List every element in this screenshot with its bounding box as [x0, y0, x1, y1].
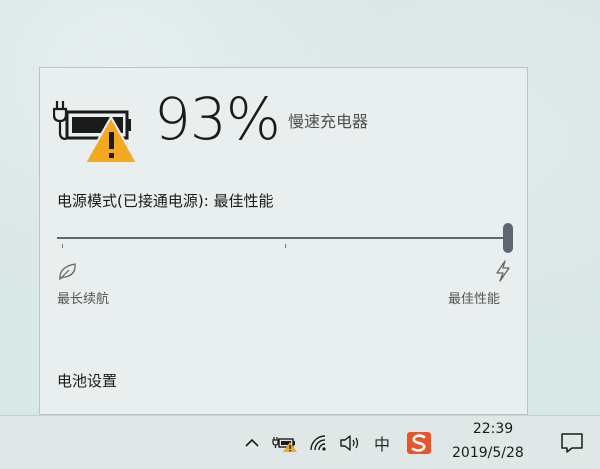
- leaf-icon: [57, 261, 79, 281]
- notification-icon[interactable]: [558, 416, 586, 469]
- charger-status: 慢速充电器: [288, 112, 369, 131]
- bolt-icon: [494, 260, 512, 282]
- power-mode-slider-track[interactable]: [57, 237, 508, 239]
- power-mode-max-label: 最佳性能: [448, 292, 501, 307]
- chevron-up-icon[interactable]: [240, 416, 264, 469]
- battery-settings-link[interactable]: 电池设置: [57, 370, 117, 391]
- battery-warning-icon[interactable]: [270, 416, 300, 469]
- slider-tick: [285, 244, 286, 248]
- battery-percentage: 93%: [154, 85, 281, 153]
- taskbar: 中 22:39 2019/5/28: [0, 415, 600, 469]
- clock-date[interactable]: 2019/5/28: [452, 445, 542, 461]
- battery-charging-warning-icon: [52, 97, 143, 167]
- power-mode-slider-thumb[interactable]: [503, 223, 513, 253]
- ime-icon[interactable]: 中: [368, 416, 396, 469]
- ime-label: 中: [373, 435, 390, 454]
- power-mode-min-label: 最长续航: [57, 292, 110, 307]
- clock-time[interactable]: 22:39: [468, 421, 518, 437]
- power-mode-label: 电源模式(已接通电源): 最佳性能: [57, 192, 274, 210]
- slider-tick: [62, 244, 63, 248]
- battery-flyout: 93% 慢速充电器 电源模式(已接通电源): 最佳性能 最长续航 最佳性能 电池…: [39, 67, 528, 415]
- sogou-icon[interactable]: [404, 416, 434, 469]
- wifi-icon[interactable]: [306, 416, 332, 469]
- speaker-icon[interactable]: [337, 416, 363, 469]
